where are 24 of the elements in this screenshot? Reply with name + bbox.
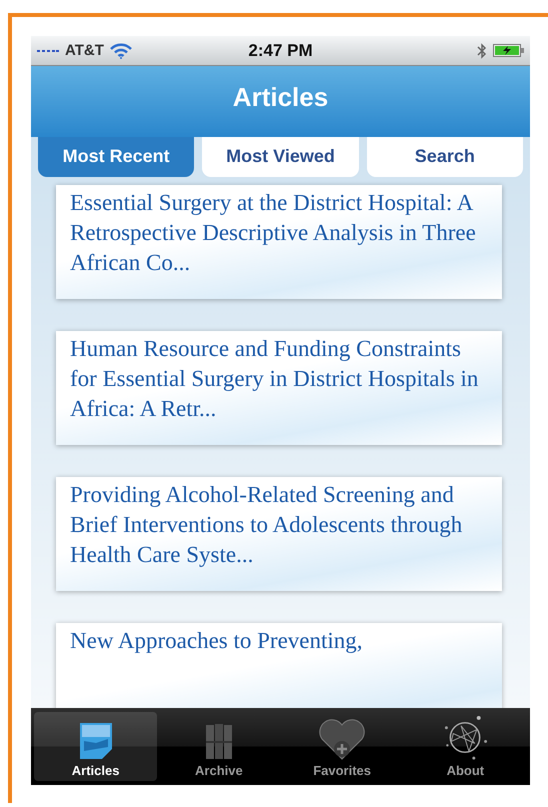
wifi-icon xyxy=(110,42,132,58)
article-card[interactable]: Essential Surgery at the District Hospital: A Retrospective Descriptive Analysis in Three African Co... xyxy=(56,185,502,299)
tab-bar-item[interactable]: Articles xyxy=(34,712,158,781)
document-icon xyxy=(78,721,114,761)
article-title: Essential Surgery at the District Hospital: A Retrospective Descriptive Analysis in Three African Co... xyxy=(70,189,477,277)
article-card[interactable]: Providing Alcohol-Related Screening and Brief Interventions to Adolescents through Health Care Syste... xyxy=(56,477,502,591)
tab-bar-item[interactable]: Favorites xyxy=(280,712,404,781)
segment-tab[interactable]: Most Recent xyxy=(38,137,194,177)
carrier-name: AT&T xyxy=(65,42,104,59)
segment-tab[interactable]: Search xyxy=(366,137,523,177)
heart-icon xyxy=(318,719,366,761)
signal-icon xyxy=(37,48,59,52)
screen-title: Articles xyxy=(232,82,328,113)
article-card[interactable]: Human Resource and Funding Constraints for Essential Surgery in District Hospitals in Africa: A Retr... xyxy=(56,331,502,445)
tab-bar-item[interactable]: Archive xyxy=(157,712,280,781)
segment-tab[interactable]: Most Viewed xyxy=(202,137,359,177)
article-title: Providing Alcohol-Related Screening and Brief Interventions to Adolescents through Health Care Syste... xyxy=(70,481,464,569)
clock-time: 2:47 PM xyxy=(248,40,313,60)
bluetooth-icon xyxy=(477,42,487,60)
article-card[interactable]: New Approaches to Preventing, xyxy=(56,623,502,708)
article-title: New Approaches to Preventing, xyxy=(70,627,364,655)
article-title: Human Resource and Funding Constraints for Essential Surgery in District Hospitals in Africa: A Retr... xyxy=(70,335,480,423)
battery-icon xyxy=(493,44,524,57)
tab-bar-item[interactable]: About xyxy=(404,712,527,781)
